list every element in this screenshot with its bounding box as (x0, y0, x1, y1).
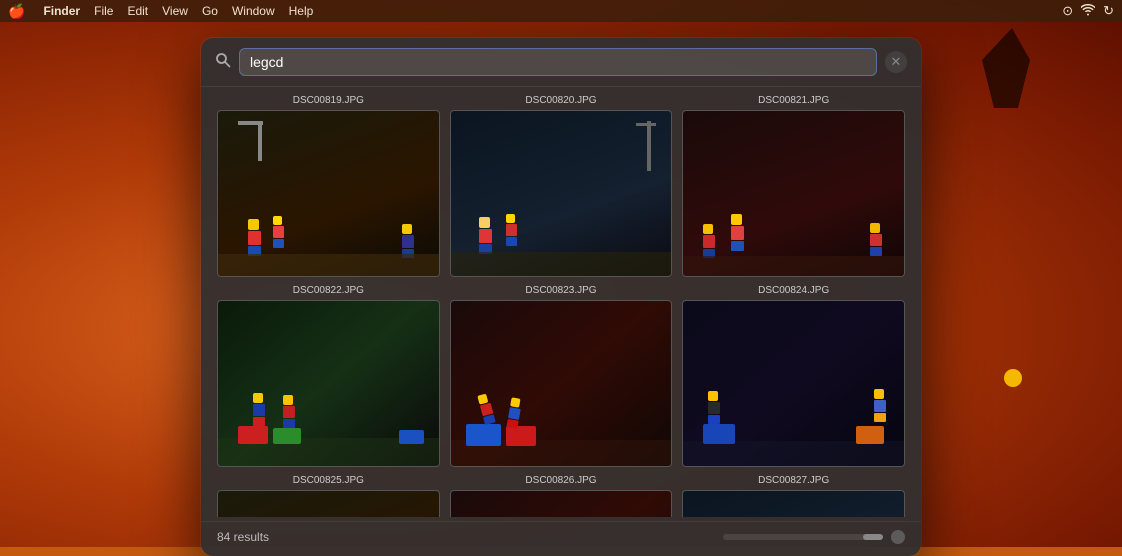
result-item-5[interactable]: DSC00823.JPG (450, 285, 673, 467)
filename-9: DSC00827.JPG (758, 475, 829, 486)
thumbnail-7 (217, 490, 440, 517)
menubar: 🍎 Finder File Edit View Go Window Help ⊙… (0, 0, 1122, 22)
menu-help[interactable]: Help (289, 4, 314, 18)
scrollbar-end-button[interactable] (891, 530, 905, 544)
result-item-8[interactable]: DSC00826.JPG (450, 475, 673, 517)
result-item-6[interactable]: DSC00824.JPG (682, 285, 905, 467)
scrollbar-track[interactable] (723, 534, 883, 540)
result-item-7[interactable]: DSC00825.JPG (217, 475, 440, 517)
scrollbar-thumb[interactable] (863, 534, 883, 540)
grid-row-1: DSC00819.JPG (217, 95, 905, 277)
filename-4: DSC00822.JPG (293, 285, 364, 296)
close-icon: ✕ (891, 54, 902, 70)
thumbnail-5 (450, 300, 673, 467)
result-item-2[interactable]: DSC00820.JPG (450, 95, 673, 277)
filename-2: DSC00820.JPG (525, 95, 596, 106)
menu-go[interactable]: Go (202, 4, 218, 18)
result-item-4[interactable]: DSC00822.JPG (217, 285, 440, 467)
thumbnail-3 (682, 110, 905, 277)
filename-1: DSC00819.JPG (293, 95, 364, 106)
results-count: 84 results (217, 530, 269, 544)
horizontal-scrollbar[interactable] (723, 530, 905, 544)
menu-window[interactable]: Window (232, 4, 275, 18)
menu-edit[interactable]: Edit (127, 4, 148, 18)
menubar-wifi-icon[interactable] (1081, 4, 1095, 19)
grid-row-3: DSC00825.JPG (217, 475, 905, 517)
results-status-bar: 84 results (201, 521, 921, 544)
menubar-right: ⊙ ↻ (1062, 3, 1114, 19)
filename-6: DSC00824.JPG (758, 285, 829, 296)
grid-row-2: DSC00822.JPG (217, 285, 905, 467)
filename-7: DSC00825.JPG (293, 475, 364, 486)
menubar-update-icon[interactable]: ↻ (1103, 3, 1114, 19)
thumbnail-9 (682, 490, 905, 517)
result-item-9[interactable]: DSC00827.JPG (682, 475, 905, 517)
menubar-spotlight-icon[interactable]: ⊙ (1062, 3, 1073, 19)
result-item-3[interactable]: DSC00821.JPG (682, 95, 905, 277)
thumbnail-6 (682, 300, 905, 467)
thumbnail-2 (450, 110, 673, 277)
search-icon (215, 52, 231, 73)
results-grid: DSC00819.JPG (201, 87, 921, 517)
search-close-button[interactable]: ✕ (885, 51, 907, 73)
apple-menu[interactable]: 🍎 (8, 3, 25, 20)
menu-file[interactable]: File (94, 4, 113, 18)
decoration-dot (1004, 369, 1022, 387)
menu-view[interactable]: View (162, 4, 188, 18)
filename-3: DSC00821.JPG (758, 95, 829, 106)
menu-finder[interactable]: Finder (43, 4, 80, 18)
thumbnail-1 (217, 110, 440, 277)
thumbnail-4 (217, 300, 440, 467)
thumbnail-8 (450, 490, 673, 517)
result-item-1[interactable]: DSC00819.JPG (217, 95, 440, 277)
search-input[interactable] (239, 48, 877, 76)
filename-5: DSC00823.JPG (525, 285, 596, 296)
search-bar: ✕ (201, 38, 921, 87)
search-panel: ✕ DSC00819.JPG (201, 38, 921, 556)
filename-8: DSC00826.JPG (525, 475, 596, 486)
